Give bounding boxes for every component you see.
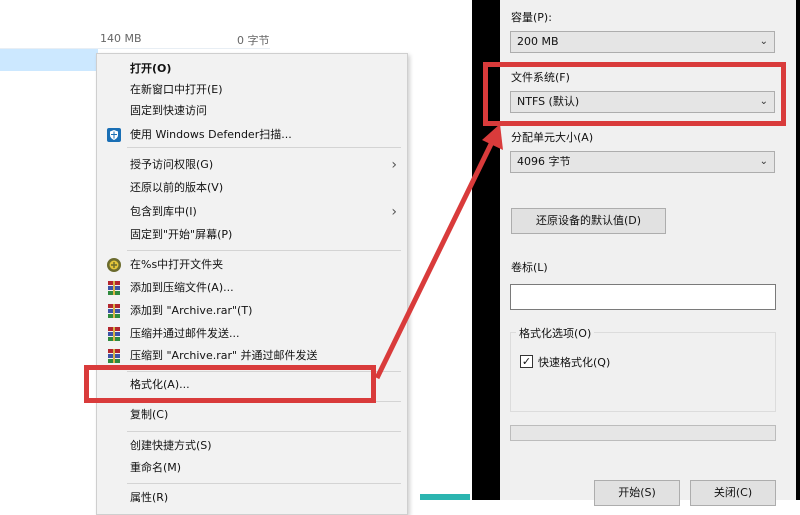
quick-format-checkbox[interactable]: ✓ bbox=[520, 355, 533, 368]
menu-item-rename[interactable]: 重命名(M) bbox=[97, 458, 407, 478]
menu-item-grant-access[interactable]: 授予访问权限(G) › bbox=[97, 155, 407, 175]
menu-item-label: 固定到快速访问 bbox=[130, 104, 207, 117]
volume-label-input[interactable] bbox=[510, 284, 776, 310]
menu-item-restore-previous[interactable]: 还原以前的版本(V) bbox=[97, 178, 407, 198]
start-button[interactable]: 开始(S) bbox=[594, 480, 680, 506]
allocation-unit-label: 分配单元大小(A) bbox=[511, 131, 594, 144]
winrar-archive-icon bbox=[108, 281, 120, 295]
menu-item-include-library[interactable]: 包含到库中(I) › bbox=[97, 202, 407, 222]
menu-item-label: 压缩并通过邮件发送... bbox=[130, 327, 240, 340]
drive-total-size: 140 MB bbox=[100, 32, 142, 45]
menu-separator bbox=[127, 250, 401, 251]
menu-item-label: 属性(R) bbox=[130, 491, 169, 504]
chevron-right-icon: › bbox=[391, 157, 397, 173]
chevron-down-icon: ⌄ bbox=[759, 156, 768, 167]
chevron-down-icon: ⌄ bbox=[759, 36, 768, 47]
menu-item-compress-rar-email[interactable]: 压缩到 "Archive.rar" 并通过邮件发送 bbox=[97, 346, 407, 366]
close-button[interactable]: 关闭(C) bbox=[690, 480, 776, 506]
restore-defaults-button[interactable]: 还原设备的默认值(D) bbox=[511, 208, 666, 234]
format-options-group bbox=[510, 332, 776, 412]
menu-item-label: 还原以前的版本(V) bbox=[130, 181, 224, 194]
menu-item-properties[interactable]: 属性(R) bbox=[97, 488, 407, 508]
winrar-archive-icon bbox=[108, 327, 120, 341]
menu-item-add-to-archive-rar[interactable]: 添加到 "Archive.rar"(T) bbox=[97, 301, 407, 321]
menu-item-label: 包含到库中(I) bbox=[130, 205, 197, 218]
menu-item-add-to-archive[interactable]: 添加到压缩文件(A)... bbox=[97, 278, 407, 298]
menu-item-label: 添加到压缩文件(A)... bbox=[130, 281, 234, 294]
menu-separator bbox=[127, 431, 401, 432]
menu-item-pin-start[interactable]: 固定到"开始"屏幕(P) bbox=[97, 225, 407, 245]
menu-separator bbox=[127, 147, 401, 148]
menu-item-create-shortcut[interactable]: 创建快捷方式(S) bbox=[97, 436, 407, 456]
menu-item-pin-quick-access[interactable]: 固定到快速访问 bbox=[97, 101, 407, 121]
quick-format-label[interactable]: 快速格式化(Q) bbox=[538, 354, 610, 370]
context-menu: 打开(O) 在新窗口中打开(E) 固定到快速访问 使用 Windows Defe… bbox=[96, 53, 408, 515]
chevron-right-icon: › bbox=[391, 204, 397, 220]
allocation-unit-select[interactable]: 4096 字节 ⌄ bbox=[510, 151, 775, 173]
dialog-frame-right bbox=[796, 0, 800, 500]
selected-drive-row[interactable] bbox=[0, 49, 98, 71]
menu-item-label: 添加到 "Archive.rar"(T) bbox=[130, 304, 253, 317]
folder-app-icon bbox=[107, 258, 121, 272]
menu-item-label: 创建快捷方式(S) bbox=[130, 439, 212, 452]
taskbar-accent-strip bbox=[420, 494, 470, 500]
menu-item-label: 授予访问权限(G) bbox=[130, 158, 214, 171]
capacity-label: 容量(P): bbox=[511, 11, 552, 24]
winrar-archive-icon bbox=[108, 349, 120, 363]
menu-item-open-new-window[interactable]: 在新窗口中打开(E) bbox=[97, 80, 407, 100]
menu-item-label: 打开(O) bbox=[130, 62, 172, 75]
menu-item-label: 重命名(M) bbox=[130, 461, 182, 474]
menu-item-label: 在新窗口中打开(E) bbox=[130, 83, 223, 96]
format-options-label: 格式化选项(O) bbox=[516, 325, 595, 341]
menu-separator bbox=[127, 483, 401, 484]
filesystem-highlight-box bbox=[483, 62, 786, 126]
format-progress-bar bbox=[510, 425, 776, 441]
menu-item-label: 固定到"开始"屏幕(P) bbox=[130, 228, 233, 241]
menu-item-label: 使用 Windows Defender扫描... bbox=[130, 128, 292, 141]
volume-label-label: 卷标(L) bbox=[511, 261, 548, 274]
format-menu-highlight-box bbox=[84, 365, 376, 403]
menu-item-open[interactable]: 打开(O) bbox=[97, 59, 407, 79]
menu-item-copy[interactable]: 复制(C) bbox=[97, 405, 407, 425]
menu-item-label: 复制(C) bbox=[130, 408, 169, 421]
menu-item-label: 压缩到 "Archive.rar" 并通过邮件发送 bbox=[130, 349, 318, 362]
capacity-select[interactable]: 200 MB ⌄ bbox=[510, 31, 775, 53]
menu-item-open-folder-in[interactable]: 在%s中打开文件夹 bbox=[97, 255, 407, 275]
winrar-archive-icon bbox=[108, 304, 120, 318]
allocation-unit-value: 4096 字节 bbox=[517, 155, 571, 168]
menu-item-defender-scan[interactable]: 使用 Windows Defender扫描... bbox=[97, 125, 407, 145]
menu-item-label: 在%s中打开文件夹 bbox=[130, 258, 224, 271]
menu-item-compress-email[interactable]: 压缩并通过邮件发送... bbox=[97, 324, 407, 344]
drive-free-size: 0 字节 bbox=[237, 34, 270, 47]
capacity-value: 200 MB bbox=[517, 35, 559, 48]
windows-defender-shield-icon bbox=[107, 128, 121, 142]
